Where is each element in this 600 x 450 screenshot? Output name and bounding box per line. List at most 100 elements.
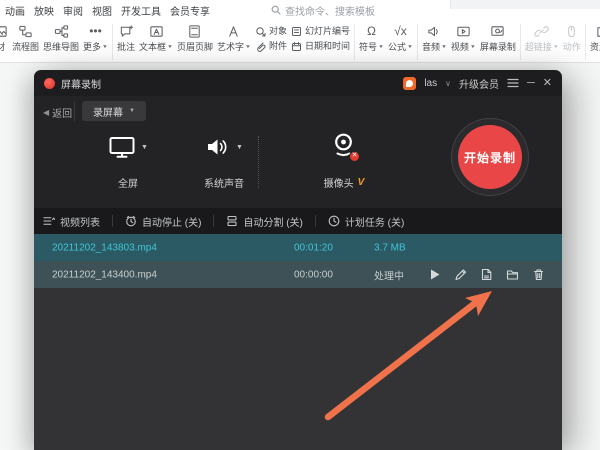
- video-status: 处理中: [374, 267, 404, 282]
- tab-slideshow[interactable]: 放映: [34, 3, 54, 18]
- toolbar-divider: [520, 24, 521, 60]
- mindmap-icon: [54, 24, 69, 39]
- auto-split-tab[interactable]: 自动分割 (关): [226, 214, 302, 229]
- tab-member[interactable]: 会员专享: [170, 3, 210, 18]
- trash-icon[interactable]: [532, 268, 545, 281]
- mouse-icon: [564, 24, 579, 39]
- clock-icon: [328, 215, 340, 227]
- save-file-icon[interactable]: [480, 268, 493, 281]
- dropdown-caret-icon: ▼: [553, 43, 559, 51]
- start-record-button[interactable]: 开始录制: [458, 125, 522, 189]
- dropdown-caret-icon: ▼: [141, 144, 148, 151]
- minimize-button[interactable]: ─: [527, 78, 535, 89]
- tool-material[interactable]: 材: [0, 23, 10, 53]
- header-footer-icon: [187, 24, 202, 39]
- search-placeholder: 查找命令、搜索模板: [285, 3, 375, 18]
- screen: 动画 放映 审阅 视图 开发工具 会员专享 查找命令、搜索模板 材 流程图 思维…: [0, 0, 600, 450]
- tool-screen-record[interactable]: 屏幕录制: [478, 23, 518, 53]
- upgrade-member-link[interactable]: 升级会员: [459, 76, 499, 91]
- tool-attachment[interactable]: 附件: [255, 41, 287, 52]
- formula-icon: √x: [394, 24, 407, 39]
- speaker-icon: [205, 136, 231, 158]
- tool-slide-number[interactable]: 幻灯片编号: [291, 26, 350, 37]
- tool-symbol[interactable]: Ω 符号▼: [357, 23, 386, 53]
- dropdown-caret-icon: ▼: [441, 43, 447, 51]
- back-button[interactable]: ◀ 返回: [43, 105, 72, 120]
- divider: [112, 215, 113, 227]
- list-icon: [43, 215, 55, 227]
- chevron-down-icon[interactable]: ∨: [445, 79, 451, 88]
- tool-more[interactable]: ••• 更多▼: [81, 23, 110, 53]
- ribbon-toolbar: 材 流程图 思维导图 ••• 更多▼ 批注 文本框▼: [0, 20, 600, 61]
- username: las: [424, 78, 437, 89]
- speaker-icon: [427, 24, 442, 39]
- dropdown-caret-icon: ▼: [129, 108, 135, 114]
- tool-textbox[interactable]: 文本框▼: [137, 23, 175, 53]
- dialog-title: 屏幕录制: [61, 76, 101, 91]
- video-size: 3.7 MB: [374, 242, 406, 253]
- video-row-selected[interactable]: 20211202_143803.mp4 00:01:20 3.7 MB: [34, 234, 562, 261]
- tool-comment[interactable]: 批注: [115, 23, 137, 53]
- image-icon: [0, 24, 8, 39]
- tab-view[interactable]: 视图: [92, 3, 112, 18]
- divider: [315, 215, 316, 227]
- dialog-titlebar[interactable]: 屏幕录制 las ∨ 升级会员 ─ ✕: [34, 70, 562, 96]
- more-dots-icon: •••: [89, 24, 102, 39]
- divider: [213, 215, 214, 227]
- monitor-icon: [108, 135, 136, 159]
- video-icon: [456, 24, 471, 39]
- screen-record-icon: [490, 24, 505, 39]
- capture-controls: ◀ 返回 录屏幕 ▼ ▼ 全屏 ▼ 系统声音: [34, 96, 562, 208]
- tool-mindmap[interactable]: 思维导图: [41, 23, 81, 53]
- list-tabbar: 视频列表 自动停止 (关) 自动分割 (关) 计划任务 (关): [34, 208, 562, 234]
- tool-resource-folder[interactable]: 资源夹: [588, 23, 600, 53]
- toolbar-divider: [354, 24, 355, 60]
- divider: [74, 102, 75, 121]
- menu-icon[interactable]: [507, 78, 519, 88]
- dropdown-caret-icon: ▼: [236, 144, 243, 151]
- dropdown-caret-icon: ▼: [245, 43, 251, 51]
- split-icon: [226, 215, 238, 227]
- screen-record-dialog: 屏幕录制 las ∨ 升级会员 ─ ✕ ◀ 返回 录屏幕 ▼: [34, 70, 562, 450]
- tool-video[interactable]: 视频▼: [449, 23, 478, 53]
- tool-flowchart[interactable]: 流程图: [10, 23, 41, 53]
- tool-audio[interactable]: 音频▼: [420, 23, 449, 53]
- toolbar-stack-1: 对象 附件: [253, 23, 289, 52]
- tool-formula[interactable]: √x 公式▼: [386, 23, 415, 53]
- tool-object[interactable]: 对象: [255, 26, 287, 37]
- record-mode-dropdown[interactable]: 录屏幕 ▼: [82, 101, 146, 121]
- tool-wordart[interactable]: 艺术字▼: [215, 23, 253, 53]
- video-list-tab[interactable]: 视频列表: [43, 214, 100, 229]
- scheduled-task-tab[interactable]: 计划任务 (关): [328, 214, 404, 229]
- tool-date-time[interactable]: 日期和时间: [291, 41, 350, 52]
- tab-animation[interactable]: 动画: [5, 3, 25, 18]
- search-icon: [271, 5, 281, 15]
- user-avatar[interactable]: [403, 77, 416, 90]
- flowchart-icon: [18, 24, 33, 39]
- dropdown-caret-icon: ▼: [470, 43, 476, 51]
- folder-star-icon: [596, 24, 600, 39]
- video-duration: 00:01:20: [294, 242, 333, 253]
- tab-review[interactable]: 审阅: [63, 3, 83, 18]
- edit-pen-icon[interactable]: [454, 268, 467, 281]
- play-icon[interactable]: [428, 268, 441, 281]
- video-row-hovered[interactable]: 20211202_143400.mp4 00:00:00 处理中: [34, 261, 562, 288]
- toolbar-divider: [585, 24, 586, 60]
- slide-number-icon: [291, 26, 302, 37]
- tool-header-footer[interactable]: 页眉页脚: [175, 23, 215, 53]
- omega-icon: Ω: [367, 24, 376, 39]
- fullscreen-option[interactable]: ▼ 全屏: [80, 132, 176, 190]
- open-folder-icon[interactable]: [506, 268, 519, 281]
- dotted-divider: [258, 136, 259, 188]
- paperclip-icon: [255, 41, 266, 52]
- tab-developer[interactable]: 开发工具: [121, 3, 161, 18]
- close-button[interactable]: ✕: [543, 78, 552, 89]
- dropdown-caret-icon: ▼: [102, 43, 108, 51]
- camera-option[interactable]: ✕ 摄像头V: [296, 132, 392, 190]
- toolbar-divider: [417, 24, 418, 60]
- command-search-input[interactable]: 查找命令、搜索模板: [271, 3, 375, 18]
- auto-stop-tab[interactable]: 自动停止 (关): [125, 214, 201, 229]
- toolbar-stack-2: 幻灯片编号 日期和时间: [289, 23, 352, 52]
- list-empty-area: [34, 288, 562, 450]
- back-arrow-icon: ◀: [43, 108, 49, 117]
